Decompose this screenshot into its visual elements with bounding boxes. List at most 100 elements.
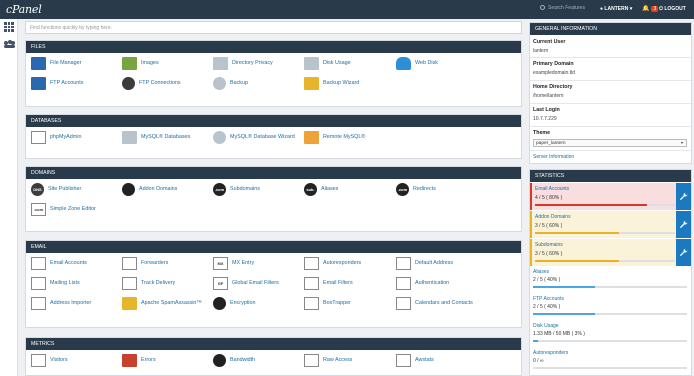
awstats-icon [396, 353, 411, 367]
metrics-panel: METRICS Visitors Errors Bandwidth Raw Acces… [25, 337, 522, 376]
remote-mysql-link[interactable]: Remote MySQL® [304, 130, 365, 144]
item-label: Aliases [321, 186, 339, 192]
spamassassin-link[interactable]: Apache SpamAssassin™ [122, 296, 202, 310]
web-disk-link[interactable]: Web Disk [396, 56, 438, 70]
address-importer-link[interactable]: Address Importer [31, 296, 91, 310]
awstats-link[interactable]: Awstats [396, 353, 434, 367]
stat-label: Disk Usage [533, 323, 559, 329]
autoresponders-link[interactable]: Autoresponders [304, 256, 361, 270]
user-menu[interactable]: ● LANTERN ▾ [600, 6, 632, 12]
subdomains-link[interactable]: .com Subdomains [213, 182, 260, 196]
function-search-input[interactable]: Find functions quickly by typing here. [25, 21, 522, 34]
visitors-link[interactable]: Visitors [31, 353, 68, 367]
default-address-link[interactable]: Default Address [396, 256, 453, 270]
images-link[interactable]: Images [122, 56, 159, 70]
wrench-icon[interactable] [676, 183, 691, 210]
stat-value: 3 / 5 ( 60% ) [535, 223, 563, 229]
logout-button[interactable]: ⏻ LOGOUT [659, 6, 686, 12]
addon-domains-link[interactable]: Addon Domains [122, 182, 177, 196]
divider [530, 57, 691, 58]
mailing-lists-link[interactable]: Mailing Lists [31, 276, 80, 290]
backup-wizard-link[interactable]: Backup Wizard [304, 76, 359, 90]
bandwidth-link[interactable]: Bandwidth [213, 353, 255, 367]
wrench-icon[interactable] [676, 239, 691, 266]
disk-usage-link[interactable]: Disk Usage [304, 56, 351, 70]
primary-domain-label: Primary Domain [533, 61, 574, 67]
ftp-connections-link[interactable]: FTP Connections [122, 76, 181, 90]
ftp-connections-icon [122, 76, 135, 90]
item-label: Backup [230, 80, 248, 86]
authentication-link[interactable]: Authentication [396, 276, 449, 290]
email-panel: EMAIL Email Accounts Forwarders MX MX Entry… [25, 240, 522, 328]
wrench-icon[interactable] [676, 211, 691, 238]
track-delivery-link[interactable]: Track Delivery [122, 276, 175, 290]
databases-panel: DATABASES phpMyAdmin MySQL® Databases MySQ… [25, 114, 522, 159]
email-accounts-icon [31, 256, 46, 270]
files-panel: FILES File Manager Images Directory Privac… [25, 40, 522, 107]
errors-icon [122, 353, 137, 367]
item-label: Calendars and Contacts [415, 300, 473, 306]
stat-progress-bar [535, 260, 675, 262]
users-icon[interactable] [4, 40, 15, 48]
encryption-link[interactable]: Encryption [213, 296, 255, 310]
stat-row[interactable]: FTP Accounts 2 / 5 ( 40% ) [530, 293, 691, 319]
directory-privacy-icon [213, 56, 228, 70]
stat-row[interactable]: Subdomains 3 / 5 ( 60% ) [530, 239, 676, 266]
boxtrapper-link[interactable]: BoxTrapper [304, 296, 351, 310]
email-accounts-link[interactable]: Email Accounts [31, 256, 87, 270]
raw-access-link[interactable]: Raw Access [304, 353, 352, 367]
track-delivery-icon [122, 276, 137, 290]
stat-row[interactable]: Autoresponders 0 / ∞ [530, 347, 691, 373]
redirects-icon: .com [396, 182, 409, 196]
global-filters-link[interactable]: GF Global Email Filters [213, 276, 279, 290]
item-label: Subdomains [230, 186, 260, 192]
zone-editor-link[interactable]: .com Simple Zone Editor [31, 202, 96, 216]
authentication-icon [396, 276, 411, 290]
item-label: Global Email Filters [232, 280, 279, 286]
stat-row[interactable]: Email Accounts 4 / 5 ( 80% ) [530, 183, 676, 210]
disk-usage-icon [304, 56, 319, 70]
top-search-field[interactable]: Search Features [540, 5, 600, 14]
search-icon [540, 5, 545, 11]
mysql-wizard-icon [213, 130, 226, 144]
item-label: MySQL® Databases [141, 134, 191, 140]
cpanel-logo[interactable]: cPanel [6, 3, 42, 16]
directory-privacy-link[interactable]: Directory Privacy [213, 56, 273, 70]
stat-row[interactable]: Disk Usage 1.33 MB / 50 MB ( 3% ) [530, 320, 691, 346]
email-filters-link[interactable]: Email Filters [304, 276, 353, 290]
item-label: Site Publisher [48, 186, 82, 192]
phpmyadmin-link[interactable]: phpMyAdmin [31, 130, 81, 144]
current-user-value: lantern [533, 48, 549, 54]
item-label: Raw Access [323, 357, 353, 363]
stat-value: 4 / 5 ( 80% ) [535, 195, 563, 201]
home-grid-icon[interactable] [4, 22, 14, 32]
errors-link[interactable]: Errors [122, 353, 156, 367]
backup-link[interactable]: Backup [213, 76, 248, 90]
item-label: FTP Accounts [50, 80, 84, 86]
stat-label: Addon Domains [535, 214, 571, 220]
home-directory-label: Home Directory [533, 84, 573, 90]
item-label: Web Disk [415, 60, 438, 66]
theme-select[interactable]: paper_lantern ▾ [533, 139, 687, 147]
stat-label: Autoresponders [533, 350, 569, 356]
stat-progress-bar [535, 232, 675, 234]
divider [530, 80, 691, 81]
redirects-link[interactable]: .com Redirects [396, 182, 436, 196]
calendars-link[interactable]: Calendars and Contacts [396, 296, 473, 310]
ftp-accounts-link[interactable]: FTP Accounts [31, 76, 83, 90]
stat-row[interactable]: Addon Domains 3 / 5 ( 60% ) [530, 211, 676, 238]
stat-progress-fill [535, 204, 647, 206]
theme-label: Theme [533, 130, 551, 136]
stat-row[interactable]: Aliases 2 / 5 ( 40% ) [530, 266, 691, 292]
notifications-button[interactable]: 🔔 3 [642, 5, 659, 12]
aliases-link[interactable]: sub. Aliases [304, 182, 338, 196]
stat-label: Subdomains [535, 242, 563, 248]
forwarders-link[interactable]: Forwarders [122, 256, 168, 270]
site-publisher-link[interactable]: DNS Site Publisher [31, 182, 81, 196]
mysql-databases-link[interactable]: MySQL® Databases [122, 130, 190, 144]
mx-entry-link[interactable]: MX MX Entry [213, 256, 254, 270]
mysql-databases-icon [122, 130, 137, 144]
server-information-link[interactable]: Server Information [533, 154, 574, 160]
mysql-wizard-link[interactable]: MySQL® Database Wizard [213, 130, 295, 144]
file-manager-link[interactable]: File Manager [31, 56, 81, 70]
